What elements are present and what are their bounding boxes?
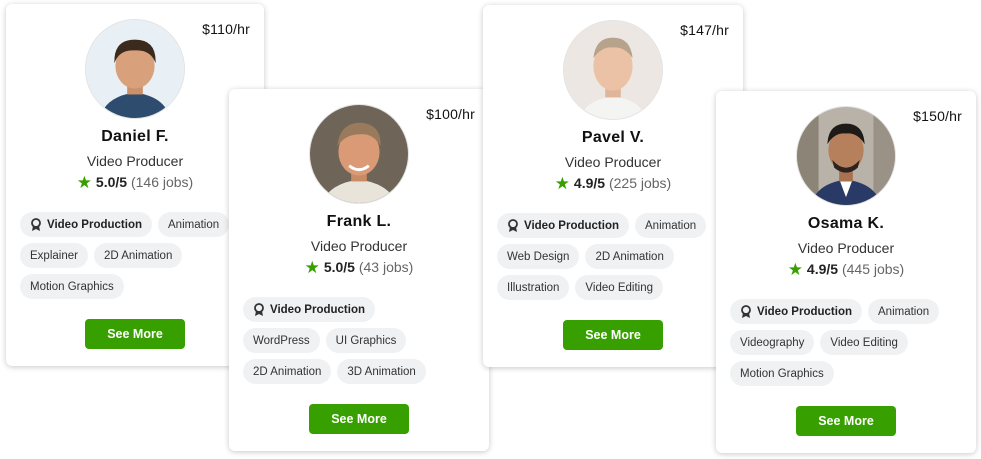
rating: ★ 5.0/5 (146 jobs) bbox=[6, 173, 264, 193]
freelancer-card: $100/hr Frank L. Video Producer ★ 5.0/5 … bbox=[229, 89, 489, 451]
rating-score: 4.9/5 bbox=[573, 175, 606, 191]
skill-tags: Video Production Animation Web Design 2D… bbox=[497, 213, 743, 306]
freelancer-card: $150/hr Osama K. Video Producer ★ 4.9/5 … bbox=[716, 91, 976, 453]
award-icon bbox=[741, 304, 751, 318]
freelancer-name: Frank L. bbox=[326, 213, 392, 230]
skill-tag[interactable]: Video Production bbox=[243, 297, 375, 322]
jobs-count: (43 jobs) bbox=[358, 259, 414, 275]
skill-tag[interactable]: Video Production bbox=[730, 299, 862, 324]
freelancer-title: Video Producer bbox=[797, 240, 895, 256]
rating: ★ 4.9/5 (445 jobs) bbox=[716, 260, 976, 280]
award-icon bbox=[254, 302, 264, 316]
see-more-button[interactable]: See More bbox=[796, 406, 896, 436]
skill-tags: Video Production Animation Explainer 2D … bbox=[20, 212, 264, 305]
skill-tag[interactable]: Videography bbox=[730, 330, 815, 355]
skill-tag[interactable]: Web Design bbox=[497, 244, 580, 269]
award-icon bbox=[508, 218, 518, 232]
skill-tag[interactable]: Animation bbox=[635, 213, 707, 238]
avatar bbox=[563, 20, 663, 120]
skill-tags: Video Production WordPress UI Graphics 2… bbox=[243, 297, 489, 390]
skill-tag[interactable]: 2D Animation bbox=[585, 244, 674, 269]
avatar bbox=[796, 106, 896, 206]
star-icon: ★ bbox=[304, 258, 320, 277]
skill-label: Video Production bbox=[270, 303, 365, 316]
skill-tag[interactable]: Motion Graphics bbox=[20, 274, 124, 299]
skill-label: Video Production bbox=[524, 219, 619, 232]
skill-label: Video Production bbox=[757, 305, 852, 318]
freelancer-name: Pavel V. bbox=[581, 129, 645, 146]
skill-tag[interactable]: Animation bbox=[158, 212, 230, 237]
hourly-rate: $147/hr bbox=[680, 22, 729, 38]
rating-score: 4.9/5 bbox=[806, 261, 839, 277]
freelancer-name: Daniel F. bbox=[101, 128, 169, 145]
skill-tag[interactable]: UI Graphics bbox=[325, 328, 407, 353]
freelancer-title: Video Producer bbox=[310, 238, 408, 254]
skill-tag[interactable]: Motion Graphics bbox=[730, 361, 834, 386]
see-more-button[interactable]: See More bbox=[563, 320, 663, 350]
freelancer-title: Video Producer bbox=[564, 154, 662, 170]
see-more-button[interactable]: See More bbox=[309, 404, 409, 434]
jobs-count: (146 jobs) bbox=[130, 174, 194, 190]
skill-tags: Video Production Animation Videography V… bbox=[730, 299, 976, 392]
skill-tag[interactable]: 2D Animation bbox=[243, 359, 332, 384]
star-icon: ★ bbox=[554, 174, 571, 193]
skill-tag[interactable]: WordPress bbox=[243, 328, 320, 353]
rating: ★ 4.9/5 (225 jobs) bbox=[483, 174, 743, 194]
see-more-button[interactable]: See More bbox=[85, 319, 185, 349]
rating-score: 5.0/5 bbox=[323, 259, 355, 275]
star-icon: ★ bbox=[787, 260, 804, 279]
freelancer-card: $110/hr Daniel F. Video Producer ★ 5.0/5… bbox=[6, 4, 264, 366]
skill-tag[interactable]: Video Production bbox=[20, 212, 152, 237]
jobs-count: (225 jobs) bbox=[608, 175, 672, 191]
jobs-count: (445 jobs) bbox=[841, 261, 905, 277]
freelancer-name: Osama K. bbox=[807, 215, 885, 232]
skill-tag[interactable]: 3D Animation bbox=[337, 359, 426, 384]
skill-tag[interactable]: Illustration bbox=[497, 275, 570, 300]
award-icon bbox=[31, 217, 41, 231]
skill-tag[interactable]: Video Editing bbox=[575, 275, 663, 300]
skill-tag[interactable]: Video Editing bbox=[820, 330, 908, 355]
freelancer-card: $147/hr Pavel V. Video Producer ★ 4.9/5 … bbox=[483, 5, 743, 367]
skill-label: Video Production bbox=[47, 218, 142, 231]
skill-tag[interactable]: Explainer bbox=[20, 243, 88, 268]
avatar bbox=[85, 19, 185, 119]
hourly-rate: $150/hr bbox=[913, 108, 962, 124]
skill-tag[interactable]: Video Production bbox=[497, 213, 629, 238]
skill-tag[interactable]: 2D Animation bbox=[93, 243, 183, 268]
star-icon: ★ bbox=[76, 173, 93, 192]
freelancer-title: Video Producer bbox=[86, 153, 184, 169]
skill-tag[interactable]: Animation bbox=[868, 299, 940, 324]
rating: ★ 5.0/5 (43 jobs) bbox=[229, 258, 489, 278]
hourly-rate: $110/hr bbox=[202, 21, 250, 37]
rating-score: 5.0/5 bbox=[95, 174, 128, 190]
hourly-rate: $100/hr bbox=[426, 106, 475, 122]
avatar bbox=[309, 104, 409, 204]
